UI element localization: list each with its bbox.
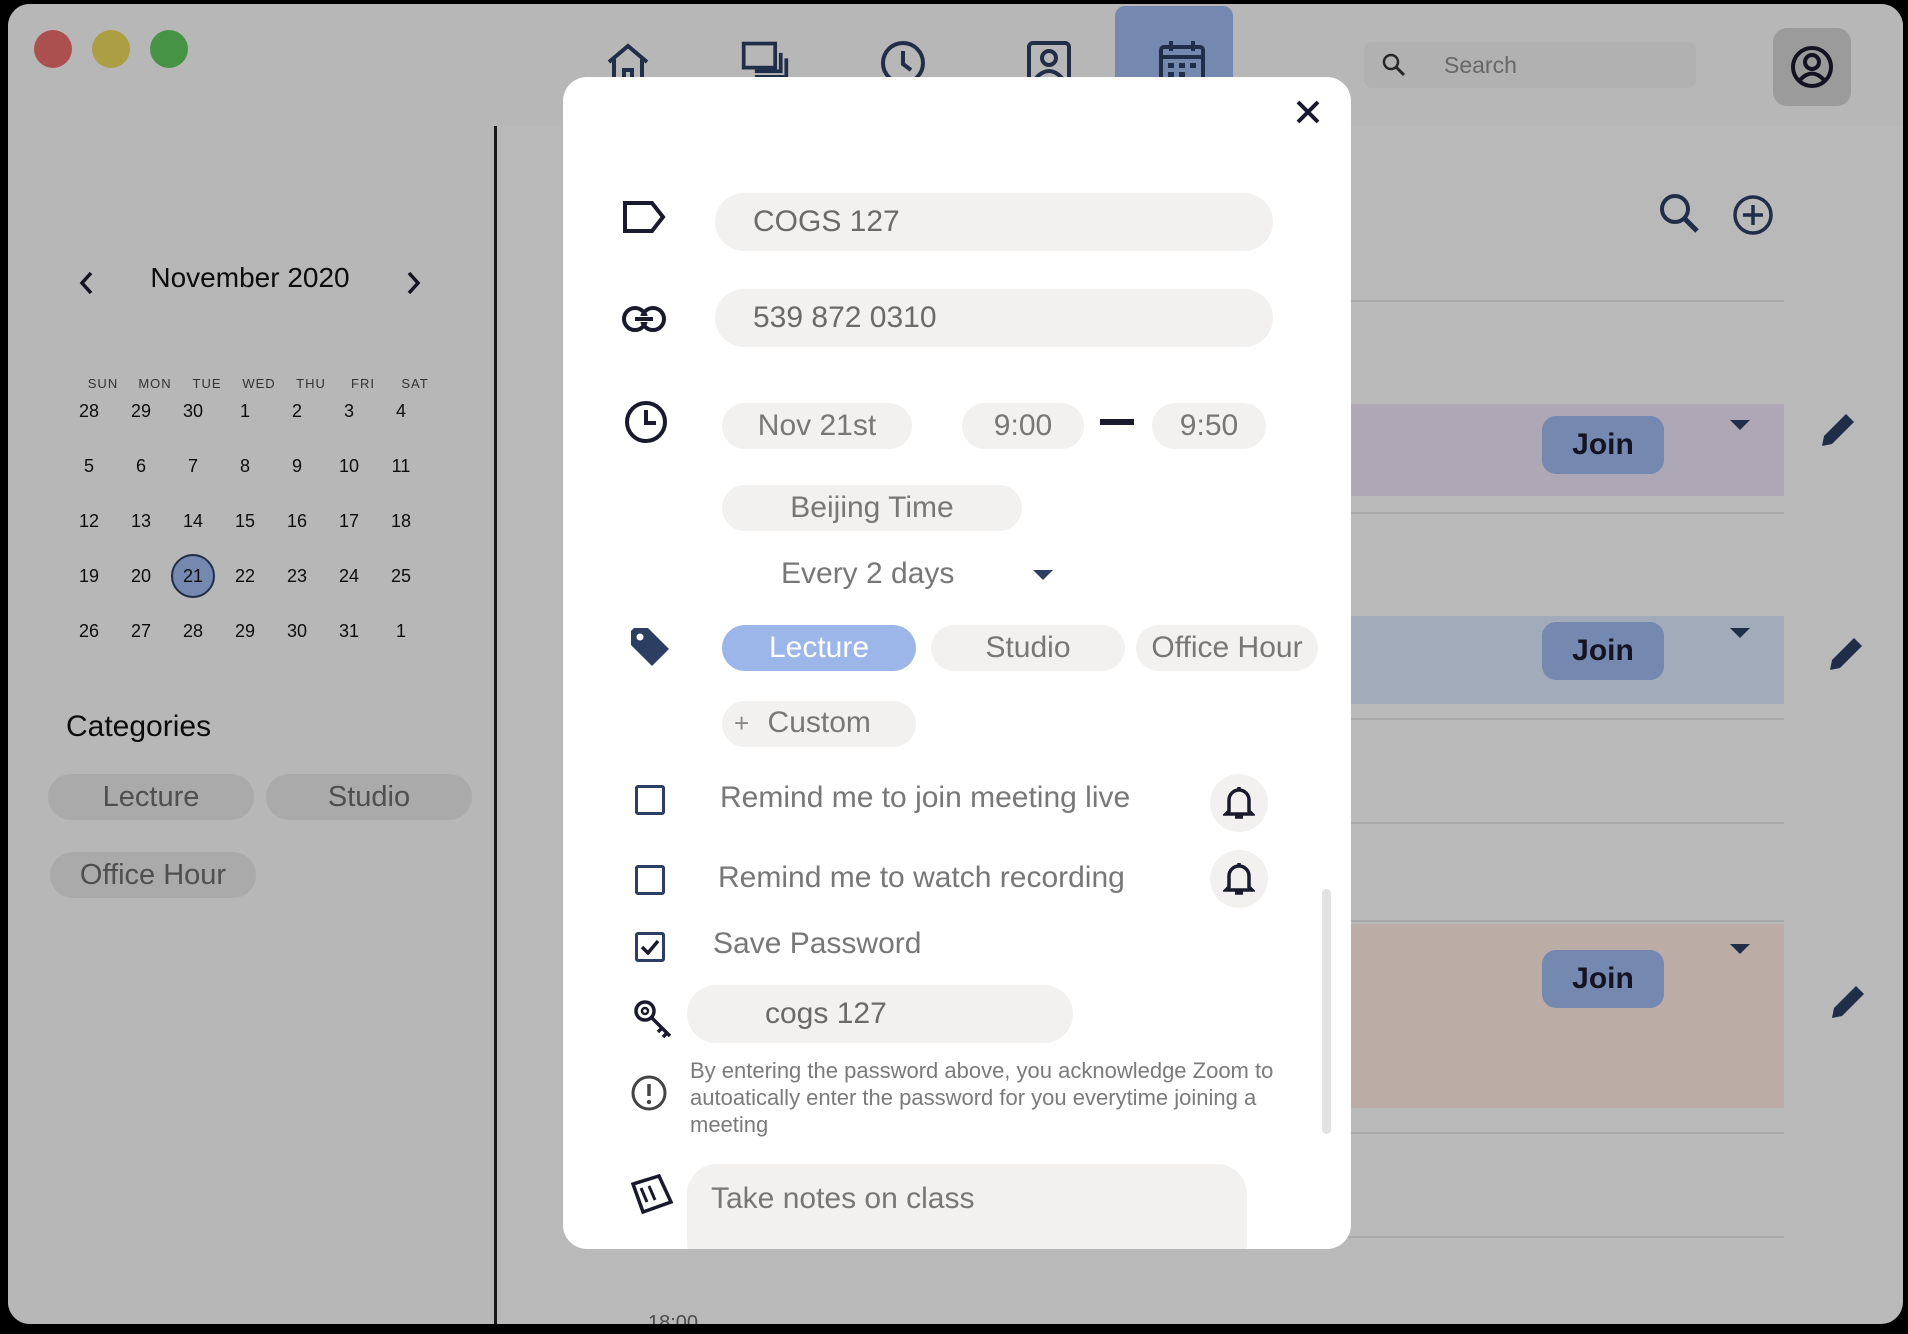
save-password-checkbox[interactable]	[635, 932, 665, 962]
link-icon	[621, 299, 667, 339]
remind-recording-checkbox[interactable]	[635, 865, 665, 895]
notes-input[interactable]: Take notes on class	[687, 1164, 1247, 1249]
bell-icon[interactable]	[1210, 850, 1268, 908]
remind-live-checkbox[interactable]	[635, 785, 665, 815]
tag-chip-lecture[interactable]: Lecture	[722, 625, 916, 671]
label-tag-icon	[621, 197, 667, 237]
end-time-picker[interactable]: 9:50	[1152, 403, 1266, 449]
repeat-select[interactable]: Every 2 days	[781, 557, 954, 591]
modal-scrollbar[interactable]	[1322, 889, 1331, 1134]
notes-icon	[629, 1171, 675, 1217]
password-disclaimer: By entering the password above, you ackn…	[690, 1058, 1274, 1137]
tag-chip-studio[interactable]: Studio	[931, 625, 1125, 671]
meeting-name-input[interactable]: COGS 127	[715, 193, 1273, 251]
clock-icon	[623, 399, 669, 445]
tag-chip-office-hour[interactable]: Office Hour	[1136, 625, 1318, 671]
category-tag-icon	[627, 624, 673, 670]
remind-live-label: Remind me to join meeting live	[720, 781, 1131, 814]
checkmark-icon	[640, 939, 660, 955]
time-range-dash	[1100, 419, 1134, 425]
password-input[interactable]: cogs 127	[687, 985, 1073, 1043]
save-password-label: Save Password	[713, 927, 922, 960]
close-icon[interactable]	[1293, 97, 1323, 127]
info-icon	[629, 1073, 669, 1113]
key-icon	[631, 997, 677, 1043]
date-picker[interactable]: Nov 21st	[722, 403, 912, 449]
remind-recording-label: Remind me to watch recording	[718, 861, 1125, 894]
custom-tag-label: Custom	[767, 706, 871, 739]
edit-event-modal: COGS 127 539 872 0310 Nov 21st 9:00 9:50…	[563, 77, 1351, 1249]
timezone-picker[interactable]: Beijing Time	[722, 485, 1022, 531]
start-time-picker[interactable]: 9:00	[962, 403, 1084, 449]
caret-down-icon[interactable]	[1033, 570, 1053, 580]
plus-icon: +	[734, 708, 750, 738]
bell-icon[interactable]	[1210, 774, 1268, 832]
meeting-id-input[interactable]: 539 872 0310	[715, 289, 1273, 347]
add-custom-tag-button[interactable]: + Custom	[722, 701, 916, 747]
